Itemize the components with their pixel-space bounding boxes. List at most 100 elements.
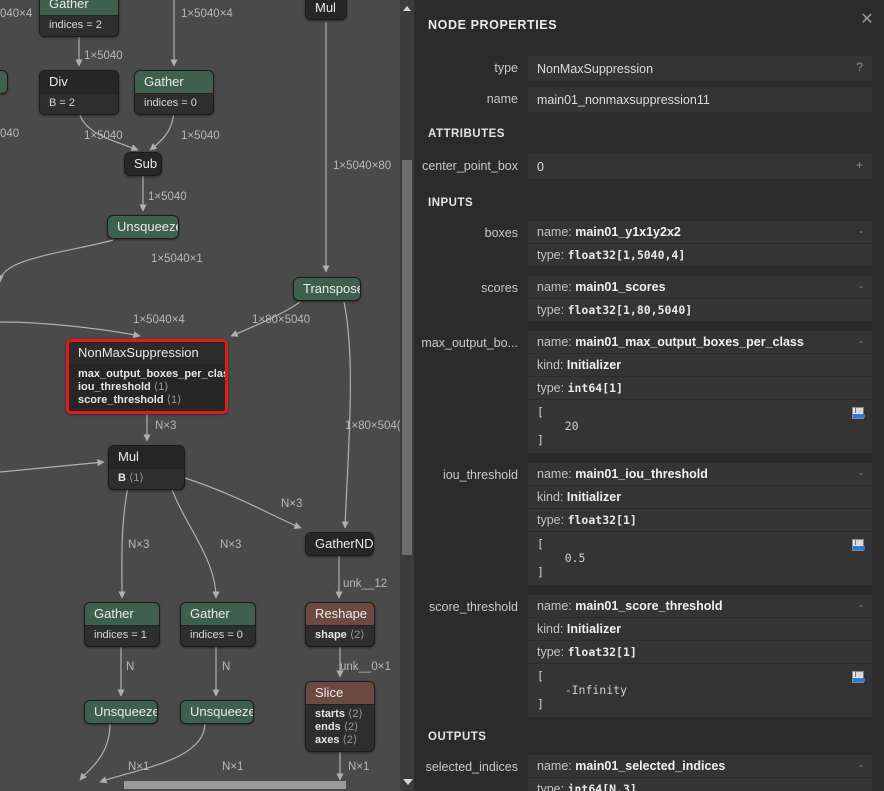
input-collapse-button[interactable]: - bbox=[859, 334, 863, 348]
output-type-line: type: int64[N,3] bbox=[537, 782, 637, 791]
graph-node-unsqueeze_r[interactable]: Unsqueeze bbox=[180, 700, 254, 724]
input-detail-box[interactable]: name: main01_iou_threshold - kind: Initial… bbox=[528, 463, 872, 585]
attribute-expand-button[interactable]: + bbox=[856, 158, 863, 172]
graph-node-unsqueeze_top[interactable]: Unsqueeze bbox=[107, 215, 179, 239]
edge-label: 1×5040 bbox=[84, 50, 123, 62]
outputs-section-header: OUTPUTS bbox=[428, 731, 487, 743]
input-kind-line: kind: Initializer bbox=[528, 354, 872, 377]
output-detail-box[interactable]: name: main01_selected_indices - type: int6… bbox=[528, 755, 872, 791]
graph-node-attributes: shape ⟨2⟩ bbox=[306, 625, 374, 646]
input-detail-box[interactable]: name: main01_scores - type: float32[1,80,5… bbox=[528, 276, 872, 321]
input-row-boxes: boxes name: main01_y1x1y2x2- type: float32… bbox=[414, 221, 884, 266]
input-label: scores bbox=[481, 281, 518, 295]
graph-node-title: Mul bbox=[109, 446, 184, 468]
edge-label: 1×5040×80 bbox=[333, 160, 392, 172]
input-type-line: type: float32[1,80,5040] bbox=[537, 303, 693, 317]
edge-label: N×1 bbox=[128, 761, 150, 773]
graph-node-title: NonMaxSuppression bbox=[69, 342, 225, 364]
graph-node-cut_left[interactable] bbox=[0, 70, 8, 94]
attribute-row-center-point-box: center_point_box 0 + bbox=[414, 154, 884, 179]
input-name-line: name: main01_score_threshold - bbox=[528, 595, 872, 618]
input-row-scores: scores name: main01_scores - type: float32[… bbox=[414, 276, 884, 321]
input-detail-box[interactable]: name: main01_max_output_boxes_per_class -… bbox=[528, 331, 872, 453]
input-collapse-button[interactable]: - bbox=[859, 598, 863, 612]
input-name-line: name: main01_max_output_boxes_per_class - bbox=[528, 331, 872, 354]
input-label: score_threshold bbox=[429, 600, 518, 614]
input-row-score_threshold: score_threshold name: main01_score_thresh… bbox=[414, 595, 884, 717]
attribute-value-field[interactable]: 0 + bbox=[528, 154, 872, 179]
horizontal-scrollbar-thumb[interactable] bbox=[124, 781, 346, 789]
input-name-line: name: main01_iou_threshold - bbox=[528, 463, 872, 486]
input-collapse-button[interactable]: - bbox=[859, 466, 863, 480]
edge-label: 1×5040×4 bbox=[181, 8, 233, 20]
graph-node-title: Div bbox=[40, 71, 118, 93]
edge-label: N×3 bbox=[281, 498, 303, 510]
output-collapse-button[interactable]: - bbox=[859, 758, 863, 772]
name-row: name main01_nonmaxsuppression11 bbox=[414, 87, 884, 112]
graph-node-attribute: B ⟨1⟩ bbox=[118, 472, 144, 484]
input-collapse-button[interactable]: - bbox=[859, 224, 863, 238]
graph-horizontal-scrollbar[interactable] bbox=[0, 780, 400, 791]
graph-node-gather_0[interactable]: Gather indices = 0 bbox=[180, 602, 256, 647]
edge-label: 1×5040×1 bbox=[151, 253, 203, 265]
graph-node-unsqueeze_l[interactable]: Unsqueeze bbox=[84, 700, 158, 724]
graph-node-attribute: ends ⟨2⟩ bbox=[315, 721, 359, 733]
graph-node-attribute: iou_threshold ⟨1⟩ bbox=[78, 381, 169, 393]
graph-node-attributes: indices = 0 bbox=[135, 93, 213, 114]
graph-node-div[interactable]: Div B = 2 bbox=[39, 70, 119, 115]
graph-node-gather_1[interactable]: Gather indices = 1 bbox=[84, 602, 160, 647]
graph-node-reshape[interactable]: Reshape shape ⟨2⟩ bbox=[305, 602, 375, 647]
input-detail-box[interactable]: name: main01_score_threshold - kind: Initi… bbox=[528, 595, 872, 717]
graph-canvas[interactable]: Gather indices = 2 Div B = 2 Gather indices … bbox=[0, 0, 414, 791]
save-icon[interactable] bbox=[852, 539, 865, 551]
input-detail-box[interactable]: name: main01_y1x1y2x2- type: float32[1,50… bbox=[528, 221, 872, 266]
input-collapse-button[interactable]: - bbox=[859, 279, 863, 293]
graph-node-attributes: B ⟨1⟩ bbox=[109, 468, 184, 489]
output-label: selected_indices bbox=[425, 760, 518, 774]
graph-node-title: Unsqueeze bbox=[108, 216, 178, 238]
close-icon[interactable]: ✕ bbox=[856, 9, 878, 31]
graph-vertical-scrollbar[interactable] bbox=[400, 0, 414, 791]
vertical-scrollbar-thumb[interactable] bbox=[402, 160, 412, 555]
name-label: name bbox=[486, 92, 518, 106]
type-help-icon[interactable]: ? bbox=[856, 60, 863, 74]
graph-node-slice[interactable]: Slice starts ⟨2⟩ ends ⟨2⟩ axes ⟨2⟩ bbox=[305, 681, 375, 752]
graph-node-sub[interactable]: Sub bbox=[124, 152, 162, 176]
name-value: main01_nonmaxsuppression11 bbox=[537, 92, 710, 107]
attributes-section-header: ATTRIBUTES bbox=[428, 128, 505, 140]
save-icon[interactable] bbox=[852, 671, 865, 683]
graph-node-gathernd[interactable]: GatherND bbox=[305, 532, 374, 556]
graph-node-title bbox=[0, 71, 7, 93]
output-row-selected_indices: selected_indices name: main01_selected_in… bbox=[414, 755, 884, 791]
input-name-line: name: main01_scores - bbox=[528, 276, 872, 299]
type-row: type NonMaxSuppression ? bbox=[414, 56, 884, 81]
input-type-line: type: float32[1,5040,4] bbox=[537, 248, 686, 262]
type-field[interactable]: NonMaxSuppression ? bbox=[528, 56, 872, 81]
scroll-down-arrow-icon[interactable] bbox=[403, 779, 413, 785]
graph-node-attributes: B = 2 bbox=[40, 93, 118, 114]
edge-label: N×3 bbox=[155, 420, 177, 432]
scroll-up-arrow-icon[interactable] bbox=[403, 6, 411, 11]
input-type-line: type: float32[1] bbox=[528, 509, 872, 532]
save-icon[interactable] bbox=[852, 407, 865, 419]
graph-content: Gather indices = 2 Div B = 2 Gather indices … bbox=[0, 0, 414, 791]
graph-node-attribute: axes ⟨2⟩ bbox=[315, 734, 358, 746]
node-properties-panel: NODE PROPERTIES ✕ type NonMaxSuppression… bbox=[414, 0, 884, 791]
graph-node-nms[interactable]: NonMaxSuppression max_output_boxes_per_cl… bbox=[66, 339, 228, 414]
edge-label: 040 bbox=[0, 128, 20, 140]
graph-node-transpose[interactable]: Transpose bbox=[293, 277, 361, 301]
graph-node-title: Transpose bbox=[294, 278, 360, 300]
graph-node-gather_top[interactable]: Gather indices = 2 bbox=[39, 0, 119, 37]
attribute-label: center_point_box bbox=[422, 159, 518, 173]
graph-node-attributes: indices = 2 bbox=[40, 15, 118, 36]
graph-node-gather_0_top[interactable]: Gather indices = 0 bbox=[134, 70, 214, 115]
graph-node-attribute: starts ⟨2⟩ bbox=[315, 708, 363, 720]
graph-node-attributes: indices = 0 bbox=[181, 625, 255, 646]
name-field[interactable]: main01_nonmaxsuppression11 bbox=[528, 87, 872, 112]
edge-label: unk__0×1 bbox=[340, 661, 391, 673]
input-type-line: type: int64[1] bbox=[528, 377, 872, 400]
graph-node-mul_top[interactable]: Mul bbox=[305, 0, 347, 20]
graph-node-mul_mid[interactable]: Mul B ⟨1⟩ bbox=[108, 445, 185, 490]
graph-node-title: Unsqueeze bbox=[85, 701, 157, 723]
outputs-list: selected_indices name: main01_selected_in… bbox=[414, 755, 884, 791]
